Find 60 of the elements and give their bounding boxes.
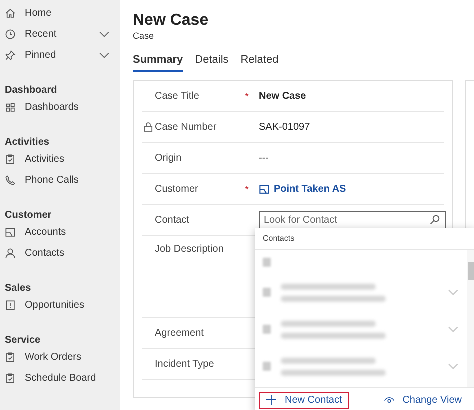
- field-label: Job Description: [154, 244, 224, 255]
- sidebar-item[interactable]: Contacts: [25, 248, 64, 259]
- customer-link[interactable]: Point Taken AS: [274, 184, 346, 194]
- tab[interactable]: Details: [195, 54, 229, 72]
- sidebar-section-header: Activities: [4, 136, 50, 149]
- new-contact-button[interactable]: New Contact: [259, 392, 350, 408]
- field-label: Case Number: [154, 122, 217, 132]
- dropdown-header: Contacts: [255, 228, 474, 250]
- sidebar-item[interactable]: Dashboards: [25, 102, 79, 113]
- sidebar-item[interactable]: Phone Calls: [25, 175, 79, 186]
- record-type: Case: [133, 31, 156, 41]
- field-label: Case Title: [154, 90, 200, 102]
- clipboard-icon: [5, 352, 16, 363]
- phone-icon: [5, 175, 16, 186]
- pin-icon: [5, 50, 16, 61]
- sidebar-item[interactable]: Accounts: [25, 227, 66, 238]
- blurred-contact-icon: [263, 362, 271, 371]
- blurred-contact-icon: [263, 288, 271, 297]
- tab[interactable]: Summary: [133, 54, 184, 72]
- chevron-down-icon[interactable]: [99, 31, 110, 38]
- sidebar-item[interactable]: Pinned: [25, 50, 56, 61]
- sidebar-section-header: Sales: [4, 282, 32, 295]
- account-icon: [259, 184, 270, 194]
- sidebar-item[interactable]: Home: [25, 8, 52, 19]
- blurred-contact-icon: [263, 258, 271, 266]
- change-view-button[interactable]: Change View: [376, 392, 469, 408]
- sidebar-item[interactable]: Recent: [25, 29, 57, 40]
- plus-icon: [266, 395, 277, 405]
- clock-icon: [5, 29, 16, 40]
- field-label: Contact: [154, 214, 190, 226]
- sidebar-item[interactable]: Work Orders: [25, 352, 82, 363]
- field-label: Customer: [154, 184, 198, 194]
- search-icon[interactable]: [430, 215, 440, 225]
- sidebar-item[interactable]: Schedule Board: [25, 373, 96, 384]
- field-label: Incident Type: [154, 358, 214, 370]
- tab[interactable]: Related: [240, 54, 279, 72]
- sidebar-item[interactable]: Opportunities: [25, 300, 84, 311]
- required-marker: *: [245, 92, 249, 103]
- blurred-contact-icon: [263, 325, 271, 334]
- dashboard-icon: [5, 102, 16, 113]
- field-label: Agreement: [154, 328, 204, 338]
- clipboard-icon: [5, 373, 16, 384]
- chevron-down-icon[interactable]: [99, 52, 110, 59]
- person-icon: [5, 248, 16, 259]
- field-value: ---: [259, 152, 269, 164]
- eye-icon: [384, 395, 395, 405]
- opportunity-icon: [5, 300, 16, 311]
- sidebar-section-header: Customer: [4, 209, 53, 222]
- required-marker: *: [245, 185, 249, 196]
- sidebar-item[interactable]: Activities: [25, 154, 64, 165]
- scrollbar[interactable]: [467, 250, 474, 387]
- sidebar-section-header: Dashboard: [4, 84, 58, 97]
- clipboard-icon: [5, 154, 16, 165]
- sidebar-section-header: Service: [4, 334, 42, 347]
- field-label: Origin: [154, 152, 182, 164]
- field-value: SAK-01097: [259, 122, 310, 132]
- field-value: New Case: [259, 90, 306, 102]
- account-icon: [5, 227, 16, 238]
- record-title: New Case: [133, 12, 210, 30]
- home-icon: [5, 8, 16, 19]
